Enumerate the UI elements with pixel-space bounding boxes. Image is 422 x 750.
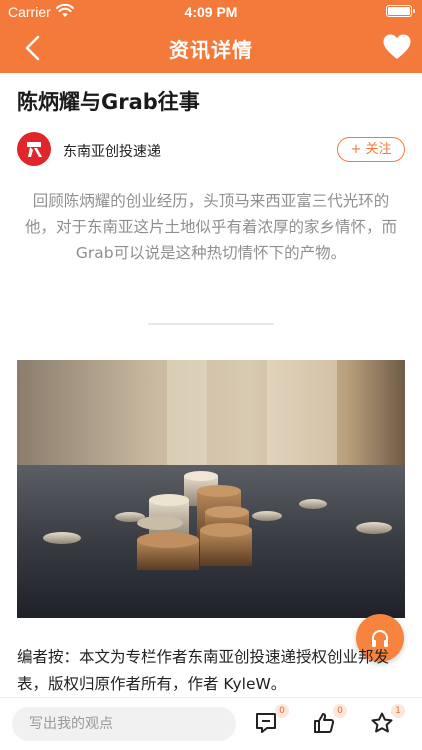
author-logo-icon [27,142,42,157]
author-name[interactable]: 东南亚创投速递 [63,141,161,161]
status-time: 4:09 PM [184,4,238,20]
article-image [17,360,405,618]
comment-count-badge: 0 [275,704,289,718]
divider [148,323,274,325]
coins-photo [17,360,405,618]
author-row: 东南亚创投速递 + 关注 [17,132,407,168]
bottom-action-bar: 写出我的观点 0 0 1 [0,697,422,750]
article-title: 陈炳耀与Grab往事 [17,90,200,114]
follow-button[interactable]: + 关注 [337,137,405,162]
thumbs-up-icon[interactable] [312,711,336,735]
comment-icon[interactable] [254,711,278,735]
favorite-count-badge: 1 [391,704,405,718]
app-header: Carrier 4:09 PM 资讯详情 [0,0,422,73]
star-icon[interactable] [370,711,394,735]
heart-icon[interactable] [382,32,412,62]
battery-icon [386,5,415,17]
status-bar: Carrier 4:09 PM [0,0,422,24]
comment-input[interactable]: 写出我的观点 [12,707,236,741]
avatar[interactable] [17,132,51,166]
like-count-badge: 0 [333,704,347,718]
page-title: 资讯详情 [169,38,253,62]
article-summary: 回顾陈炳耀的创业经历，头顶马来西亚富三代光环的他，对于东南亚这片土地似乎有着浓厚… [24,192,397,262]
editor-note: 编者按：本文为专栏作者东南亚创投速递授权创业邦发表，版权归原作者所有，作者 Ky… [17,648,390,693]
